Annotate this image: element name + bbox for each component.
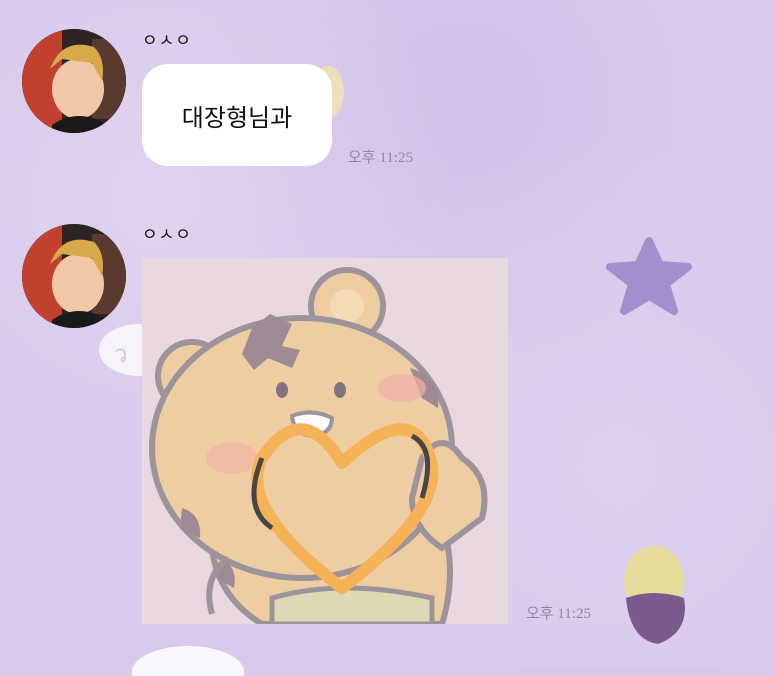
sweet-potato-decoration-icon [624,546,685,644]
star-decoration-icon [606,237,692,315]
message-timestamp: 오후 11:25 [348,150,413,166]
tiger-bear-heart-sticker-icon [142,258,508,624]
sender-name: ㅇㅅㅇ [142,31,192,51]
message-timestamp: 오후 11:25 [526,606,591,622]
profile-photo-icon [22,224,126,328]
cloud-decoration-icon [132,646,244,676]
message-bubble[interactable]: 대장형님과 [142,64,332,166]
sender-name: ㅇㅅㅇ [142,225,192,245]
avatar[interactable] [22,224,126,328]
message-text: 대장형님과 [181,103,293,132]
svg-text:ว: ว [114,340,127,368]
profile-photo-icon [22,29,126,133]
avatar[interactable] [22,29,126,133]
message-image[interactable] [142,258,508,624]
